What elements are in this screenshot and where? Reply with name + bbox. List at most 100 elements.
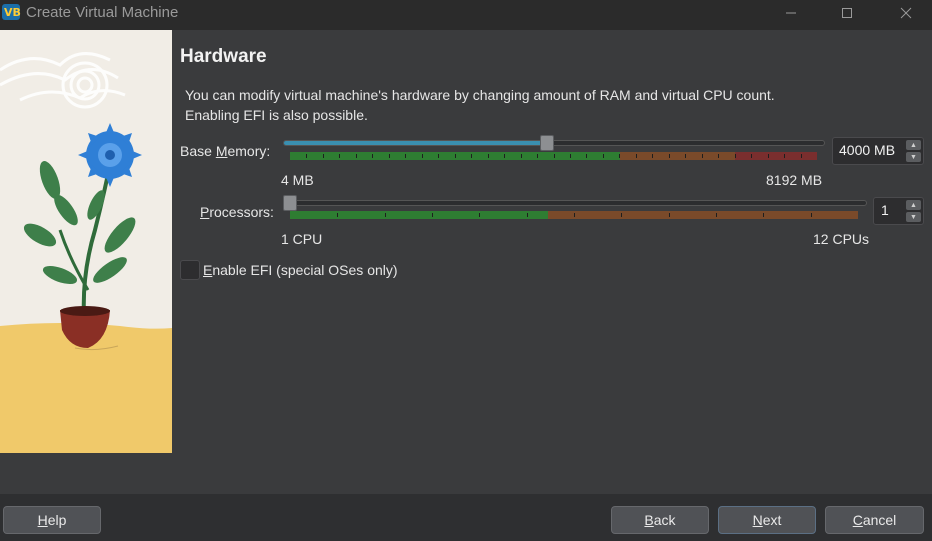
base-memory-increment-button[interactable]: ▲ xyxy=(906,140,921,150)
scale-tick xyxy=(322,154,324,158)
base-memory-value: 4000 MB xyxy=(839,142,896,158)
scale-tick xyxy=(454,154,456,158)
scale-tick xyxy=(526,213,528,217)
scale-tick xyxy=(734,154,736,158)
scale-tick xyxy=(553,154,555,158)
scale-tick xyxy=(438,154,440,158)
chevron-up-icon: ▲ xyxy=(910,141,917,149)
scale-tick xyxy=(405,154,407,158)
cancel-button-label: ancel xyxy=(862,512,897,528)
minimize-icon xyxy=(786,12,796,14)
scale-tick xyxy=(569,154,571,158)
scale-tick xyxy=(621,213,623,217)
scale-tick xyxy=(751,154,753,158)
base-memory-decrement-button[interactable]: ▼ xyxy=(906,152,921,162)
scale-tick xyxy=(355,154,357,158)
scale-tick xyxy=(767,154,769,158)
scale-tick xyxy=(635,154,637,158)
base-memory-max-label: 8192 MB xyxy=(766,172,823,188)
processors-spinbox[interactable]: 1 ▲ ▼ xyxy=(873,197,924,225)
scale-tick xyxy=(668,154,670,158)
scale-tick xyxy=(537,154,539,158)
minimize-button[interactable] xyxy=(768,0,814,26)
scale-tick xyxy=(685,154,687,158)
base-memory-label-prefix: Base xyxy=(180,143,216,159)
scale-tick xyxy=(372,154,374,158)
scale-tick xyxy=(421,154,423,158)
window-title: Create Virtual Machine xyxy=(26,4,179,21)
scale-tick xyxy=(388,154,390,158)
processors-label: Processors: xyxy=(200,204,274,220)
scale-tick xyxy=(701,154,703,158)
scale-tick xyxy=(520,154,522,158)
scale-tick xyxy=(800,154,802,158)
chevron-down-icon: ▼ xyxy=(910,213,917,221)
processors-slider-handle[interactable] xyxy=(283,195,297,211)
scale-tick xyxy=(619,154,621,158)
description-line-1: You can modify virtual machine's hardwar… xyxy=(185,87,775,103)
processors-max-label: 12 CPUs xyxy=(813,231,870,247)
scale-tick xyxy=(602,154,604,158)
scale-tick xyxy=(487,154,489,158)
base-memory-label-mnemonic: M xyxy=(215,143,228,159)
scale-tick xyxy=(339,154,341,158)
enable-efi-label-mnemonic: E xyxy=(203,262,213,278)
base-memory-label: Base Memory: xyxy=(180,143,270,159)
help-button[interactable]: Help xyxy=(3,506,101,534)
scale-tick xyxy=(763,213,765,217)
enable-efi-checkbox[interactable] xyxy=(180,260,200,280)
scale-tick xyxy=(479,213,481,217)
processors-label-mnemonic: P xyxy=(200,204,210,220)
processors-decrement-button[interactable]: ▼ xyxy=(906,212,921,222)
chevron-up-icon: ▲ xyxy=(910,201,917,209)
close-icon xyxy=(900,7,912,19)
close-button[interactable] xyxy=(883,0,929,26)
maximize-button[interactable] xyxy=(824,0,870,26)
base-memory-min-label: 4 MB xyxy=(281,172,314,188)
processors-min-label: 1 CPU xyxy=(281,231,323,247)
base-memory-scale xyxy=(290,152,817,160)
page-title: Hardware xyxy=(180,46,267,67)
base-memory-spinbox[interactable]: 4000 MB ▲ ▼ xyxy=(832,137,924,165)
cancel-button-mnemonic: C xyxy=(852,512,863,528)
next-button-label: ext xyxy=(762,512,782,528)
next-button[interactable]: Next xyxy=(718,506,816,534)
scale-tick xyxy=(504,154,506,158)
processors-scale xyxy=(290,211,858,219)
back-button-label: ack xyxy=(653,512,676,528)
scale-tick xyxy=(471,154,473,158)
scale-tick xyxy=(384,213,386,217)
scale-tick xyxy=(716,213,717,217)
chevron-down-icon: ▼ xyxy=(910,153,917,161)
page-description: You can modify virtual machine's hardwar… xyxy=(185,85,865,125)
scale-tick xyxy=(574,213,575,217)
scale-tick xyxy=(652,154,654,158)
enable-efi-label[interactable]: Enable EFI (special OSes only) xyxy=(203,262,398,278)
processors-scale-safe xyxy=(290,211,548,219)
cancel-button[interactable]: Cancel xyxy=(825,506,924,534)
base-memory-spin-arrows[interactable]: ▲ ▼ xyxy=(906,140,921,162)
help-button-mnemonic: H xyxy=(37,512,48,528)
base-memory-slider[interactable] xyxy=(283,140,825,146)
scale-tick xyxy=(810,213,812,217)
virtualbox-app-icon: VB xyxy=(2,4,21,20)
enable-efi-label-suffix: nable EFI (special OSes only) xyxy=(212,262,398,278)
back-button-mnemonic: B xyxy=(644,512,654,528)
next-button-mnemonic: N xyxy=(752,512,763,528)
title-bar: VB Create Virtual Machine xyxy=(0,0,932,30)
maximize-icon xyxy=(842,8,852,18)
processors-slider[interactable] xyxy=(283,200,867,206)
scale-tick xyxy=(718,154,720,158)
processors-label-suffix: rocessors: xyxy=(209,204,274,220)
scale-tick xyxy=(586,154,588,158)
base-memory-slider-fill xyxy=(284,141,547,145)
help-button-label: elp xyxy=(47,512,67,528)
svg-text:VB: VB xyxy=(4,6,21,19)
base-memory-label-suffix: emory: xyxy=(227,143,271,159)
base-memory-scale-danger xyxy=(735,152,817,160)
scale-tick xyxy=(784,154,786,158)
base-memory-slider-handle[interactable] xyxy=(539,135,554,151)
processors-increment-button[interactable]: ▲ xyxy=(906,200,921,210)
back-button[interactable]: Back xyxy=(611,506,709,534)
processors-spin-arrows[interactable]: ▲ ▼ xyxy=(906,200,921,222)
